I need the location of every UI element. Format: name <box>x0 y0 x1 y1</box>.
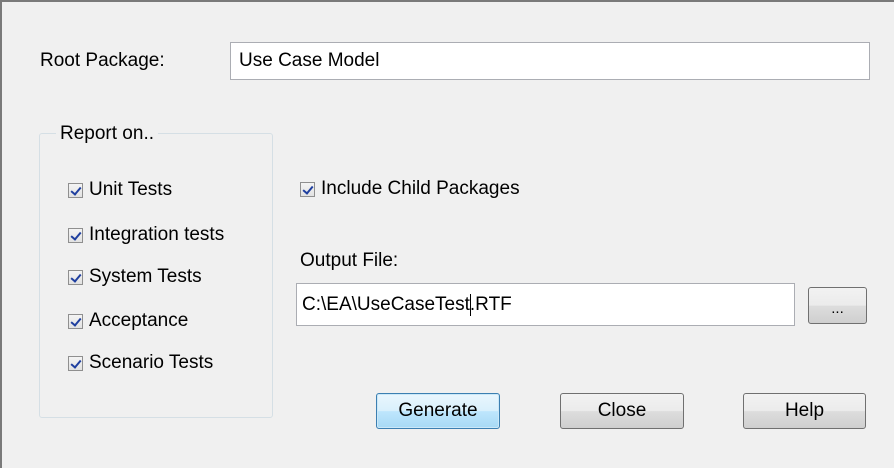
unit-tests-checkbox[interactable]: Unit Tests <box>68 179 172 201</box>
acceptance-label: Acceptance <box>89 310 189 331</box>
root-package-label: Root Package: <box>40 50 165 71</box>
system-tests-label: System Tests <box>89 266 202 287</box>
checkbox-checked-icon <box>68 355 83 371</box>
checkbox-checked-icon <box>68 227 83 243</box>
root-package-value: Use Case Model <box>239 50 380 71</box>
checkbox-checked-icon <box>68 313 83 329</box>
integration-tests-checkbox[interactable]: Integration tests <box>68 224 224 246</box>
generate-button[interactable]: Generate <box>376 393 500 429</box>
include-child-packages-label: Include Child Packages <box>321 178 520 199</box>
generate-test-report-dialog: Root Package: Use Case Model Report on..… <box>0 0 894 468</box>
checkbox-checked-icon <box>300 181 315 197</box>
integration-tests-label: Integration tests <box>89 224 225 245</box>
checkbox-checked-icon <box>68 182 83 198</box>
help-button[interactable]: Help <box>743 393 866 429</box>
output-file-field[interactable]: C:\EA\UseCaseTest .RTF <box>296 283 795 326</box>
system-tests-checkbox[interactable]: System Tests <box>68 266 202 288</box>
browse-button[interactable]: ... <box>808 287 867 324</box>
scenario-tests-label: Scenario Tests <box>89 352 214 373</box>
output-file-value-end: .RTF <box>469 293 512 315</box>
unit-tests-label: Unit Tests <box>89 179 173 200</box>
include-child-packages-checkbox[interactable]: Include Child Packages <box>300 178 520 200</box>
scenario-tests-checkbox[interactable]: Scenario Tests <box>68 352 213 374</box>
close-button[interactable]: Close <box>560 393 684 429</box>
checkbox-checked-icon <box>68 269 83 285</box>
output-file-value-start: C:\EA\UseCaseTest <box>302 293 470 315</box>
output-file-label: Output File: <box>300 250 399 271</box>
report-on-title: Report on.. <box>56 123 158 145</box>
root-package-field[interactable]: Use Case Model <box>230 42 870 80</box>
acceptance-checkbox[interactable]: Acceptance <box>68 310 188 332</box>
